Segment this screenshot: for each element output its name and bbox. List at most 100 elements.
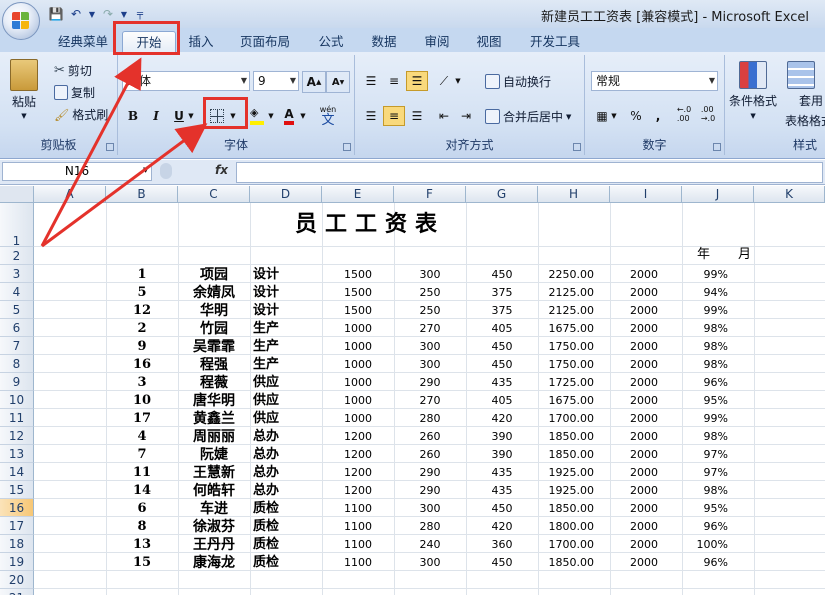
cell-attendance-rate[interactable]: 99% <box>682 303 728 319</box>
cell-attendance-rate[interactable]: 97% <box>682 465 728 481</box>
cell-employee-name[interactable]: 竹园 <box>178 321 250 337</box>
align-middle-icon[interactable]: ≡ <box>383 71 405 91</box>
cell-department[interactable]: 质检 <box>253 555 279 571</box>
row-header-2[interactable]: 2 <box>0 247 34 265</box>
name-box[interactable]: N16 <box>2 162 152 181</box>
column-header-k[interactable]: K <box>754 186 825 203</box>
cell-bonus[interactable]: 270 <box>394 321 466 337</box>
comma-style-button[interactable]: , <box>647 106 669 126</box>
cell-total-salary[interactable]: 1850.00 <box>538 555 595 571</box>
cell-total-salary[interactable]: 1675.00 <box>538 393 595 409</box>
dropdown-arrow-icon[interactable]: ▼ <box>186 106 196 126</box>
cell-bonus[interactable]: 280 <box>394 411 466 427</box>
cell-base-salary[interactable]: 1200 <box>322 483 394 499</box>
cell-employee-name[interactable]: 华明 <box>178 303 250 319</box>
cell-department[interactable]: 设计 <box>253 303 279 319</box>
row-header-3[interactable]: 3 <box>0 265 34 283</box>
row-header-15[interactable]: 15 <box>0 481 34 499</box>
cell-allowance[interactable]: 405 <box>466 393 538 409</box>
cell-total-salary[interactable]: 1800.00 <box>538 519 595 535</box>
cell-base-salary[interactable]: 1500 <box>322 267 394 283</box>
cell-bonus[interactable]: 300 <box>394 339 466 355</box>
cell-standard[interactable]: 2000 <box>610 267 658 283</box>
tab-review[interactable]: 审阅 <box>416 31 458 52</box>
cell-total-salary[interactable]: 2250.00 <box>538 267 595 283</box>
cell-base-salary[interactable]: 1500 <box>322 303 394 319</box>
cell-attendance-rate[interactable]: 98% <box>682 339 728 355</box>
cell-attendance-rate[interactable]: 96% <box>682 375 728 391</box>
cell-department[interactable]: 供应 <box>253 411 279 427</box>
dropdown-arrow-icon[interactable]: ▼ <box>120 6 128 22</box>
conditional-format-button[interactable]: 条件格式 ▼ <box>729 61 777 120</box>
cell-bonus[interactable]: 300 <box>394 357 466 373</box>
column-header-c[interactable]: C <box>178 186 250 203</box>
cell-department[interactable]: 质检 <box>253 537 279 553</box>
row-header-4[interactable]: 4 <box>0 283 34 301</box>
cell-employee-name[interactable]: 康海龙 <box>178 555 250 571</box>
cell-attendance-rate[interactable]: 98% <box>682 483 728 499</box>
cell-base-salary[interactable]: 1200 <box>322 465 394 481</box>
cell-standard[interactable]: 2000 <box>610 375 658 391</box>
cell-base-salary[interactable]: 1500 <box>322 285 394 301</box>
row-header-1[interactable]: 1 <box>0 203 34 248</box>
cell-total-salary[interactable]: 2125.00 <box>538 285 595 301</box>
cell-allowance[interactable]: 435 <box>466 465 538 481</box>
tab-page-layout[interactable]: 页面布局 <box>234 31 296 52</box>
cell-standard[interactable]: 2000 <box>610 537 658 553</box>
cell-total-salary[interactable]: 1850.00 <box>538 429 595 445</box>
cell-employee-id[interactable]: 7 <box>106 447 178 463</box>
cell-total-salary[interactable]: 1850.00 <box>538 447 595 463</box>
row-header-17[interactable]: 17 <box>0 517 34 535</box>
cell-department[interactable]: 生产 <box>253 339 279 355</box>
cell-base-salary[interactable]: 1000 <box>322 339 394 355</box>
row-header-10[interactable]: 10 <box>0 391 34 409</box>
cell-employee-id[interactable]: 5 <box>106 285 178 301</box>
cell-employee-id[interactable]: 13 <box>106 537 178 553</box>
tab-classic-menu[interactable]: 经典菜单 <box>52 31 114 52</box>
cell-total-salary[interactable]: 1675.00 <box>538 321 595 337</box>
dropdown-arrow-icon[interactable]: ▼ <box>266 106 276 126</box>
cell-employee-name[interactable]: 徐淑芬 <box>178 519 250 535</box>
increase-decimal-icon[interactable]: ←.0.00 <box>673 104 695 124</box>
phonetic-guide-button[interactable]: wén 文 <box>314 102 342 128</box>
cell-employee-name[interactable]: 车进 <box>178 501 250 517</box>
cell-employee-id[interactable]: 15 <box>106 555 178 571</box>
row-header-11[interactable]: 11 <box>0 409 34 427</box>
cell-allowance[interactable]: 435 <box>466 375 538 391</box>
cell-bonus[interactable]: 260 <box>394 429 466 445</box>
column-header-i[interactable]: I <box>610 186 682 203</box>
row-header-6[interactable]: 6 <box>0 319 34 337</box>
cell-standard[interactable]: 2000 <box>610 501 658 517</box>
align-center-icon[interactable]: ≡ <box>383 106 405 126</box>
cell-allowance[interactable]: 450 <box>466 267 538 283</box>
cell-standard[interactable]: 2000 <box>610 429 658 445</box>
tab-developer[interactable]: 开发工具 <box>522 31 588 52</box>
tab-formulas[interactable]: 公式 <box>310 31 352 52</box>
redo-icon[interactable]: ↷ <box>100 6 116 22</box>
row-header-5[interactable]: 5 <box>0 301 34 319</box>
cell-bonus[interactable]: 270 <box>394 393 466 409</box>
cell-attendance-rate[interactable]: 98% <box>682 357 728 373</box>
cell-standard[interactable]: 2000 <box>610 519 658 535</box>
cell-employee-id[interactable]: 8 <box>106 519 178 535</box>
column-header-d[interactable]: D <box>250 186 322 203</box>
cell-employee-name[interactable]: 阮婕 <box>178 447 250 463</box>
font-color-button[interactable]: A <box>278 106 300 126</box>
cell-department[interactable]: 供应 <box>253 375 279 391</box>
row-header-14[interactable]: 14 <box>0 463 34 481</box>
cell-total-salary[interactable]: 1850.00 <box>538 501 595 517</box>
cell-department[interactable]: 总办 <box>253 483 279 499</box>
row-header-7[interactable]: 7 <box>0 337 34 355</box>
align-right-icon[interactable]: ☰ <box>406 106 428 126</box>
cell-allowance[interactable]: 360 <box>466 537 538 553</box>
paste-button[interactable]: 粘贴 ▼ <box>10 59 38 120</box>
row-header-18[interactable]: 18 <box>0 535 34 553</box>
cell-allowance[interactable]: 405 <box>466 321 538 337</box>
cell-standard[interactable]: 2000 <box>610 555 658 571</box>
cell-total-salary[interactable]: 2125.00 <box>538 303 595 319</box>
cell-bonus[interactable]: 290 <box>394 483 466 499</box>
cell-employee-id[interactable]: 2 <box>106 321 178 337</box>
cell-employee-name[interactable]: 王慧新 <box>178 465 250 481</box>
cell-department[interactable]: 总办 <box>253 447 279 463</box>
cell-base-salary[interactable]: 1000 <box>322 321 394 337</box>
